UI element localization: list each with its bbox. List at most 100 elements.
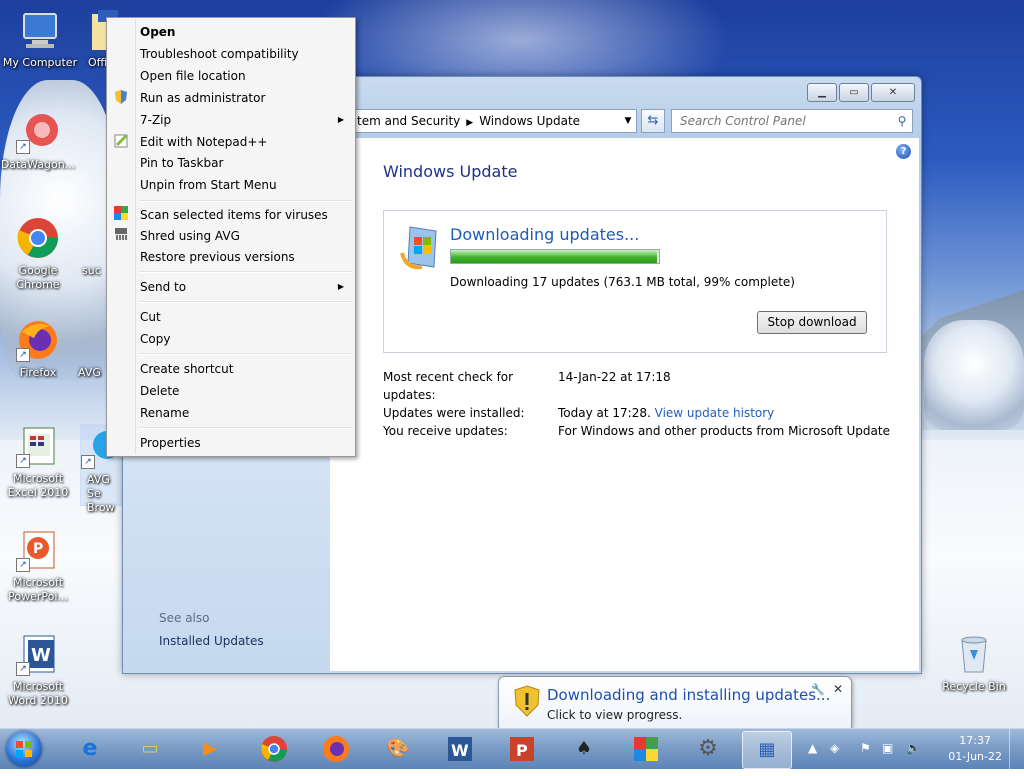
tray-clock[interactable]: 17:37 01-Jun-22 <box>948 733 1002 765</box>
menu-item-create-shortcut[interactable]: Create shortcut <box>140 360 350 378</box>
desktop-icon-excel[interactable]: ↗ Microsoft Excel 2010 <box>0 424 76 500</box>
download-title: Downloading updates... <box>450 225 640 244</box>
menu-item-copy[interactable]: Copy <box>140 330 350 348</box>
paint-palette-icon: 🎨 <box>386 738 410 759</box>
progress-fill <box>451 250 657 263</box>
shortcut-arrow-icon: ↗ <box>16 662 30 676</box>
context-menu: Open Troubleshoot compatibility Open fil… <box>106 17 356 457</box>
desktop-icon-powerpoint[interactable]: P ↗ Microsoft PowerPoi... <box>0 528 76 604</box>
menu-item-rename[interactable]: Rename <box>140 404 350 422</box>
menu-item-properties[interactable]: Properties <box>140 434 350 452</box>
windows-update-tray-icon[interactable]: ◈ <box>830 741 839 755</box>
show-hidden-icons-icon[interactable]: ▲ <box>808 741 817 755</box>
desktop-icon-my-computer[interactable]: My Computer <box>2 8 78 70</box>
desktop-icon-firefox[interactable]: ↗ Firefox <box>0 318 76 380</box>
taskbar-avg[interactable] <box>622 731 670 767</box>
network-icon[interactable]: ▣ <box>882 741 893 755</box>
taskbar-solitaire[interactable]: ♠ <box>560 731 608 767</box>
taskbar-firefox[interactable] <box>312 731 360 767</box>
address-dropdown-icon[interactable]: ▼ <box>620 116 636 126</box>
maximize-button[interactable]: ▭ <box>839 83 869 102</box>
update-info: Most recent check for updates: 14-Jan-22… <box>383 368 890 440</box>
menu-item-run-as-administrator[interactable]: Run as administrator <box>140 89 350 107</box>
taskbar-powerpoint[interactable]: P <box>498 731 546 767</box>
menu-item-unpin-from-start-menu[interactable]: Unpin from Start Menu <box>140 176 350 194</box>
taskbar-word[interactable]: W <box>436 731 484 767</box>
menu-item-troubleshoot-compatibility[interactable]: Troubleshoot compatibility <box>140 45 350 63</box>
wrench-icon[interactable]: 🔧 <box>811 683 825 696</box>
page-title: Windows Update <box>383 162 518 181</box>
menu-item-open-file-location[interactable]: Open file location <box>140 67 350 85</box>
search-icon[interactable]: ⚲ <box>892 114 912 128</box>
search-box[interactable]: ⚲ <box>671 109 913 133</box>
info-label: You receive updates: <box>383 424 508 438</box>
word-icon: W <box>448 737 472 761</box>
installed-updates-link[interactable]: Installed Updates <box>159 634 264 648</box>
menu-separator <box>139 427 352 429</box>
desktop-icon-google-chrome[interactable]: Google Chrome <box>0 216 76 292</box>
menu-separator <box>139 301 352 303</box>
taskbar-paint[interactable]: 🎨 <box>374 731 422 767</box>
desktop-icon-datawagon[interactable]: ↗ DataWagon... <box>0 110 76 172</box>
main-content: ? Windows Update Downloading updates... … <box>330 138 919 671</box>
action-center-flag-icon[interactable]: ⚑ <box>860 741 871 755</box>
update-notification-balloon[interactable]: Downloading and installing updates... Cl… <box>498 676 852 732</box>
close-icon[interactable]: ✕ <box>833 682 843 696</box>
refresh-button[interactable]: ⇆ <box>641 109 665 133</box>
windows-logo-icon <box>16 741 32 757</box>
shortcut-arrow-icon: ↗ <box>16 140 30 154</box>
menu-item-label: Send to <box>140 280 187 294</box>
menu-item-restore-previous-versions[interactable]: Restore previous versions <box>140 248 350 266</box>
info-label: Most recent check for updates: <box>383 370 514 402</box>
menu-item-delete[interactable]: Delete <box>140 382 350 400</box>
menu-separator <box>139 353 352 355</box>
start-button[interactable] <box>6 731 42 767</box>
notepad-plus-plus-icon <box>113 133 129 149</box>
desktop-icon-recycle-bin[interactable]: Recycle Bin <box>936 632 1012 694</box>
clock-time: 17:37 <box>959 734 991 747</box>
taskbar-chrome[interactable] <box>250 731 298 767</box>
media-player-icon: ▶ <box>203 738 217 759</box>
taskbar-internet-explorer[interactable]: e <box>66 731 114 767</box>
shredder-icon <box>113 227 129 243</box>
close-button[interactable]: ✕ <box>871 83 915 102</box>
chrome-icon <box>261 736 287 762</box>
minimize-button[interactable]: ▁ <box>807 83 837 102</box>
taskbar-explorer[interactable]: ▭ <box>126 731 174 767</box>
chrome-icon <box>16 216 60 260</box>
word-icon: W ↗ <box>16 632 60 676</box>
menu-item-scan-for-viruses[interactable]: Scan selected items for viruses <box>140 206 350 224</box>
search-input[interactable] <box>672 113 892 129</box>
balloon-title: Downloading and installing updates... <box>547 686 831 704</box>
menu-item-shred-using-avg[interactable]: Shred using AVG <box>140 227 350 245</box>
menu-separator <box>139 200 352 202</box>
info-row-recent-check: Most recent check for updates: 14-Jan-22… <box>383 368 890 404</box>
show-desktop-button[interactable] <box>1009 729 1024 769</box>
breadcrumb-system-security[interactable]: tem and Security <box>357 114 460 128</box>
info-row-receive: You receive updates: For Windows and oth… <box>383 422 890 440</box>
view-update-history-link[interactable]: View update history <box>655 406 775 420</box>
menu-item-cut[interactable]: Cut <box>140 308 350 326</box>
taskbar-media-player[interactable]: ▶ <box>186 731 234 767</box>
clock-date: 01-Jun-22 <box>948 750 1002 763</box>
desktop-icon-word[interactable]: W ↗ Microsoft Word 2010 <box>0 632 76 708</box>
taskbar-settings[interactable]: ⚙ <box>684 731 732 767</box>
stop-download-button[interactable]: Stop download <box>757 311 867 334</box>
svg-text:W: W <box>31 645 51 666</box>
menu-item-open[interactable]: Open <box>140 23 350 41</box>
svg-text:P: P <box>33 541 43 557</box>
info-value: For Windows and other products from Micr… <box>558 424 890 438</box>
help-icon[interactable]: ? <box>896 144 911 159</box>
menu-item-edit-with-notepad[interactable]: Edit with Notepad++ <box>140 133 350 151</box>
taskbar-control-panel[interactable]: ▦ <box>742 731 792 769</box>
menu-item-pin-to-taskbar[interactable]: Pin to Taskbar <box>140 154 350 172</box>
breadcrumb-windows-update[interactable]: Windows Update <box>479 114 580 128</box>
menu-item-7zip[interactable]: 7-Zip ▶ <box>140 111 350 129</box>
volume-icon[interactable]: 🔈 <box>906 741 921 755</box>
firefox-icon <box>323 736 349 762</box>
computer-icon <box>18 8 62 52</box>
download-detail-text: Downloading 17 updates (763.1 MB total, … <box>450 275 795 289</box>
menu-item-send-to[interactable]: Send to ▶ <box>140 278 350 296</box>
powerpoint-icon: P ↗ <box>16 528 60 572</box>
submenu-arrow-icon: ▶ <box>337 115 344 124</box>
